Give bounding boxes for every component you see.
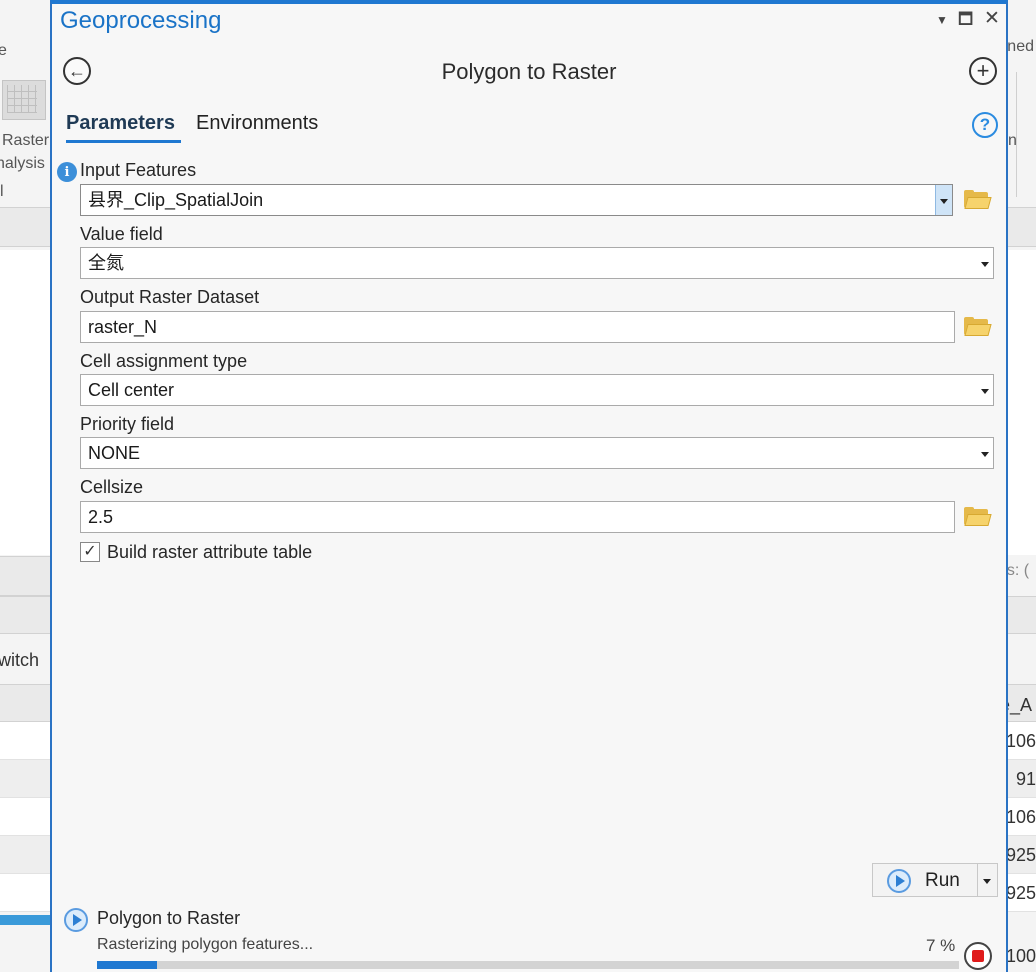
cell-assignment-value: Cell center (88, 380, 175, 400)
play-icon (887, 869, 911, 893)
bg-fragment: l (0, 183, 4, 200)
dropdown-arrow-icon[interactable] (981, 389, 989, 394)
priority-field-dropdown[interactable]: NONE (80, 437, 994, 469)
bg-cell-value: 106 (1006, 731, 1036, 751)
progress-tool-name[interactable]: Polygon to Raster (97, 908, 240, 929)
progress-status: Rasterizing polygon features... (97, 936, 314, 953)
bg-cell-value: 925 (1006, 883, 1036, 903)
output-raster-input[interactable]: raster_N (80, 311, 955, 343)
tool-title: Polygon to Raster (441, 59, 617, 84)
bg-band (1006, 207, 1036, 247)
background-right-panel: ned n es: ( e_A 106 91 106 925 925 100 (1006, 0, 1036, 972)
bg-band (0, 207, 52, 247)
bg-band (0, 556, 52, 596)
bg-table-row: 106 (1006, 722, 1036, 760)
bg-map-area (1006, 250, 1036, 555)
folder-browse-icon[interactable] (964, 317, 992, 337)
bg-map-area (0, 250, 52, 555)
priority-field-label: Priority field (80, 414, 175, 434)
bg-fragment: es: ( (1006, 562, 1030, 579)
bg-table-header (0, 684, 52, 722)
close-icon[interactable]: ✕ (984, 7, 1000, 30)
progress-bar (97, 961, 959, 969)
bg-table-row: 106 (1006, 798, 1036, 836)
active-tab-indicator (66, 140, 181, 143)
cellsize-input[interactable]: 2.5 (80, 501, 955, 533)
bg-table-row (0, 836, 52, 874)
bg-cell-value: 91 (1015, 769, 1036, 789)
bg-table-row: 91 (1006, 760, 1036, 798)
bg-cell-value: 106 (1006, 807, 1036, 827)
cellsize-label: Cellsize (80, 477, 144, 497)
tab-parameters[interactable]: Parameters (66, 112, 175, 135)
priority-field-value: NONE (88, 443, 141, 463)
progress-bar-fill (97, 961, 158, 969)
maximize-icon[interactable]: 🗖 (958, 8, 973, 35)
chevron-down-icon (983, 879, 991, 884)
bg-band (0, 596, 52, 634)
output-raster-label: Output Raster Dataset (80, 287, 260, 307)
bg-fragment: e (0, 42, 7, 59)
bg-fragment: n (1008, 132, 1017, 149)
stop-icon[interactable] (964, 942, 992, 970)
bg-table-row: 925 (1006, 836, 1036, 874)
info-icon[interactable]: i (57, 162, 77, 182)
bg-band (1006, 596, 1036, 634)
bg-fragment: witch (0, 650, 40, 670)
tab-environments[interactable]: Environments (196, 112, 318, 135)
bg-fragment: ned (1007, 38, 1034, 55)
bg-table-row (0, 760, 52, 798)
run-button[interactable]: Run (872, 863, 978, 897)
pane-title: Geoprocessing (60, 7, 222, 34)
bg-fragment: nalysis (0, 155, 45, 172)
bg-table-row: 925 (1006, 874, 1036, 912)
build-rat-label: Build raster attribute table (107, 542, 313, 562)
input-features-combobox[interactable]: 县界_Clip_SpatialJoin (80, 184, 953, 216)
bg-table-row (0, 798, 52, 836)
add-plus-icon[interactable]: + (969, 57, 997, 85)
build-rat-checkbox[interactable]: ✓ (80, 542, 100, 562)
bg-scrollbar[interactable] (0, 915, 52, 925)
folder-browse-icon[interactable] (964, 507, 992, 527)
value-field-value: 全氮 (88, 253, 124, 273)
dropdown-arrow-icon[interactable] (981, 452, 989, 457)
bg-cell-value: 925 (1006, 845, 1036, 865)
play-icon[interactable] (64, 908, 88, 932)
output-raster-value: raster_N (88, 317, 158, 337)
cellsize-value: 2.5 (88, 507, 114, 527)
input-features-value: 县界_Clip_SpatialJoin (88, 190, 264, 210)
cell-assignment-dropdown[interactable]: Cell center (80, 374, 994, 406)
raster-analysis-icon (2, 80, 46, 120)
bg-fragment: Raster (2, 132, 50, 149)
run-label: Run (925, 870, 960, 891)
geoprocessing-pane: Geoprocessing ▼ 🗖 ✕ ← Polygon to Raster … (50, 0, 1008, 972)
progress-percent: 7 % (926, 936, 956, 955)
bg-table-row (0, 722, 52, 760)
background-left-panel: e Raster nalysis l witch (0, 0, 52, 972)
run-options-dropdown[interactable] (978, 863, 998, 897)
value-field-label: Value field (80, 224, 163, 244)
input-features-label: Input Features (80, 160, 197, 180)
folder-browse-icon[interactable] (964, 190, 992, 210)
bg-fragment: e_A (1006, 695, 1033, 715)
pane-options-icon[interactable]: ▼ (936, 13, 948, 27)
cell-assignment-label: Cell assignment type (80, 351, 248, 371)
dropdown-arrow-icon[interactable] (981, 262, 989, 267)
dropdown-arrow-icon[interactable] (935, 185, 952, 215)
bg-table-row (0, 874, 52, 912)
value-field-dropdown[interactable]: 全氮 (80, 247, 994, 279)
help-icon[interactable]: ? (972, 112, 998, 138)
bg-cell-value: 100 (1006, 946, 1036, 966)
